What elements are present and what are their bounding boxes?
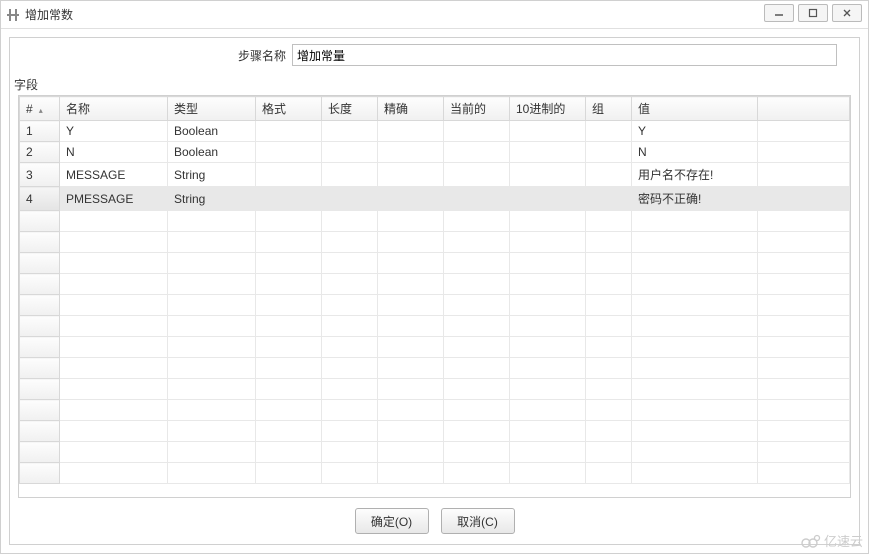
cell-type[interactable]: Boolean xyxy=(168,142,256,163)
cell-name[interactable]: PMESSAGE xyxy=(60,187,168,211)
cell-value[interactable]: 密码不正确! xyxy=(632,187,758,211)
col-extra xyxy=(758,97,850,121)
cell-value[interactable]: N xyxy=(632,142,758,163)
cell-precision[interactable] xyxy=(378,187,444,211)
cell-type[interactable]: Boolean xyxy=(168,121,256,142)
button-row: 确定(O) 取消(C) xyxy=(18,498,851,536)
cell-length[interactable] xyxy=(322,187,378,211)
col-group[interactable]: 组 xyxy=(586,97,632,121)
dialog-window: 增加常数 步骤名称 字段 xyxy=(0,0,869,554)
maximize-button[interactable] xyxy=(798,4,828,22)
ok-button[interactable]: 确定(O) xyxy=(355,508,429,534)
col-precision[interactable]: 精确 xyxy=(378,97,444,121)
titlebar: 增加常数 xyxy=(1,1,868,29)
step-name-input[interactable] xyxy=(292,44,837,66)
cell-precision[interactable] xyxy=(378,121,444,142)
step-name-label: 步骤名称 xyxy=(238,47,286,64)
inner-panel: 步骤名称 字段 #▴ 名称 类型 格式 长度 xyxy=(9,37,860,545)
window-controls xyxy=(764,4,862,22)
table-header-row: #▴ 名称 类型 格式 长度 精确 当前的 10进制的 组 值 xyxy=(20,97,850,121)
cell-name[interactable]: Y xyxy=(60,121,168,142)
cell-precision[interactable] xyxy=(378,142,444,163)
close-button[interactable] xyxy=(832,4,862,22)
cell-current[interactable] xyxy=(444,142,510,163)
table-row-empty[interactable] xyxy=(20,337,850,358)
cell-group[interactable] xyxy=(586,187,632,211)
table-row[interactable]: 2NBooleanN xyxy=(20,142,850,163)
cell-extra xyxy=(758,121,850,142)
table-row-empty[interactable] xyxy=(20,358,850,379)
fields-section-label: 字段 xyxy=(14,76,851,93)
col-length[interactable]: 长度 xyxy=(322,97,378,121)
cell-type[interactable]: String xyxy=(168,187,256,211)
cell-decimal[interactable] xyxy=(510,142,586,163)
window-title: 增加常数 xyxy=(25,6,73,23)
table-row-empty[interactable] xyxy=(20,316,850,337)
cell-group[interactable] xyxy=(586,121,632,142)
content-area: 步骤名称 字段 #▴ 名称 类型 格式 长度 xyxy=(1,29,868,553)
cell-extra xyxy=(758,163,850,187)
cell-name[interactable]: MESSAGE xyxy=(60,163,168,187)
cell-current[interactable] xyxy=(444,163,510,187)
cell-extra xyxy=(758,142,850,163)
table-row-empty[interactable] xyxy=(20,421,850,442)
col-current[interactable]: 当前的 xyxy=(444,97,510,121)
col-name[interactable]: 名称 xyxy=(60,97,168,121)
cell-current[interactable] xyxy=(444,121,510,142)
cell-group[interactable] xyxy=(586,142,632,163)
cell-length[interactable] xyxy=(322,142,378,163)
cell-precision[interactable] xyxy=(378,163,444,187)
table-row-empty[interactable] xyxy=(20,253,850,274)
table-row-empty[interactable] xyxy=(20,274,850,295)
cancel-button[interactable]: 取消(C) xyxy=(441,508,515,534)
table-row-empty[interactable] xyxy=(20,295,850,316)
col-decimal[interactable]: 10进制的 xyxy=(510,97,586,121)
minimize-button[interactable] xyxy=(764,4,794,22)
table-row[interactable]: 3MESSAGEString 用户名不存在! xyxy=(20,163,850,187)
app-icon xyxy=(5,7,21,23)
table-row-empty[interactable] xyxy=(20,400,850,421)
cell-decimal[interactable] xyxy=(510,121,586,142)
col-type[interactable]: 类型 xyxy=(168,97,256,121)
cell-value[interactable]: Y xyxy=(632,121,758,142)
table-row-empty[interactable] xyxy=(20,211,850,232)
table-row-empty[interactable] xyxy=(20,463,850,484)
col-format[interactable]: 格式 xyxy=(256,97,322,121)
cell-name[interactable]: N xyxy=(60,142,168,163)
sort-icon: ▴ xyxy=(39,106,43,115)
cell-num[interactable]: 3 xyxy=(20,163,60,187)
cell-current[interactable] xyxy=(444,187,510,211)
cell-group[interactable] xyxy=(586,163,632,187)
cell-decimal[interactable] xyxy=(510,187,586,211)
table-row[interactable]: 4PMESSAGEString 密码不正确! xyxy=(20,187,850,211)
cell-format[interactable] xyxy=(256,187,322,211)
fields-table[interactable]: #▴ 名称 类型 格式 长度 精确 当前的 10进制的 组 值 xyxy=(18,95,851,498)
cell-num[interactable]: 2 xyxy=(20,142,60,163)
cell-num[interactable]: 1 xyxy=(20,121,60,142)
cell-decimal[interactable] xyxy=(510,163,586,187)
cell-type[interactable]: String xyxy=(168,163,256,187)
table-row[interactable]: 1YBooleanY xyxy=(20,121,850,142)
cell-length[interactable] xyxy=(322,121,378,142)
cell-format[interactable] xyxy=(256,142,322,163)
table-row-empty[interactable] xyxy=(20,442,850,463)
col-value[interactable]: 值 xyxy=(632,97,758,121)
cell-format[interactable] xyxy=(256,121,322,142)
cell-length[interactable] xyxy=(322,163,378,187)
cell-num[interactable]: 4 xyxy=(20,187,60,211)
cell-format[interactable] xyxy=(256,163,322,187)
cell-extra xyxy=(758,187,850,211)
table-row-empty[interactable] xyxy=(20,232,850,253)
col-hash[interactable]: #▴ xyxy=(20,97,60,121)
table-row-empty[interactable] xyxy=(20,379,850,400)
cell-value[interactable]: 用户名不存在! xyxy=(632,163,758,187)
step-name-row: 步骤名称 xyxy=(18,44,851,66)
